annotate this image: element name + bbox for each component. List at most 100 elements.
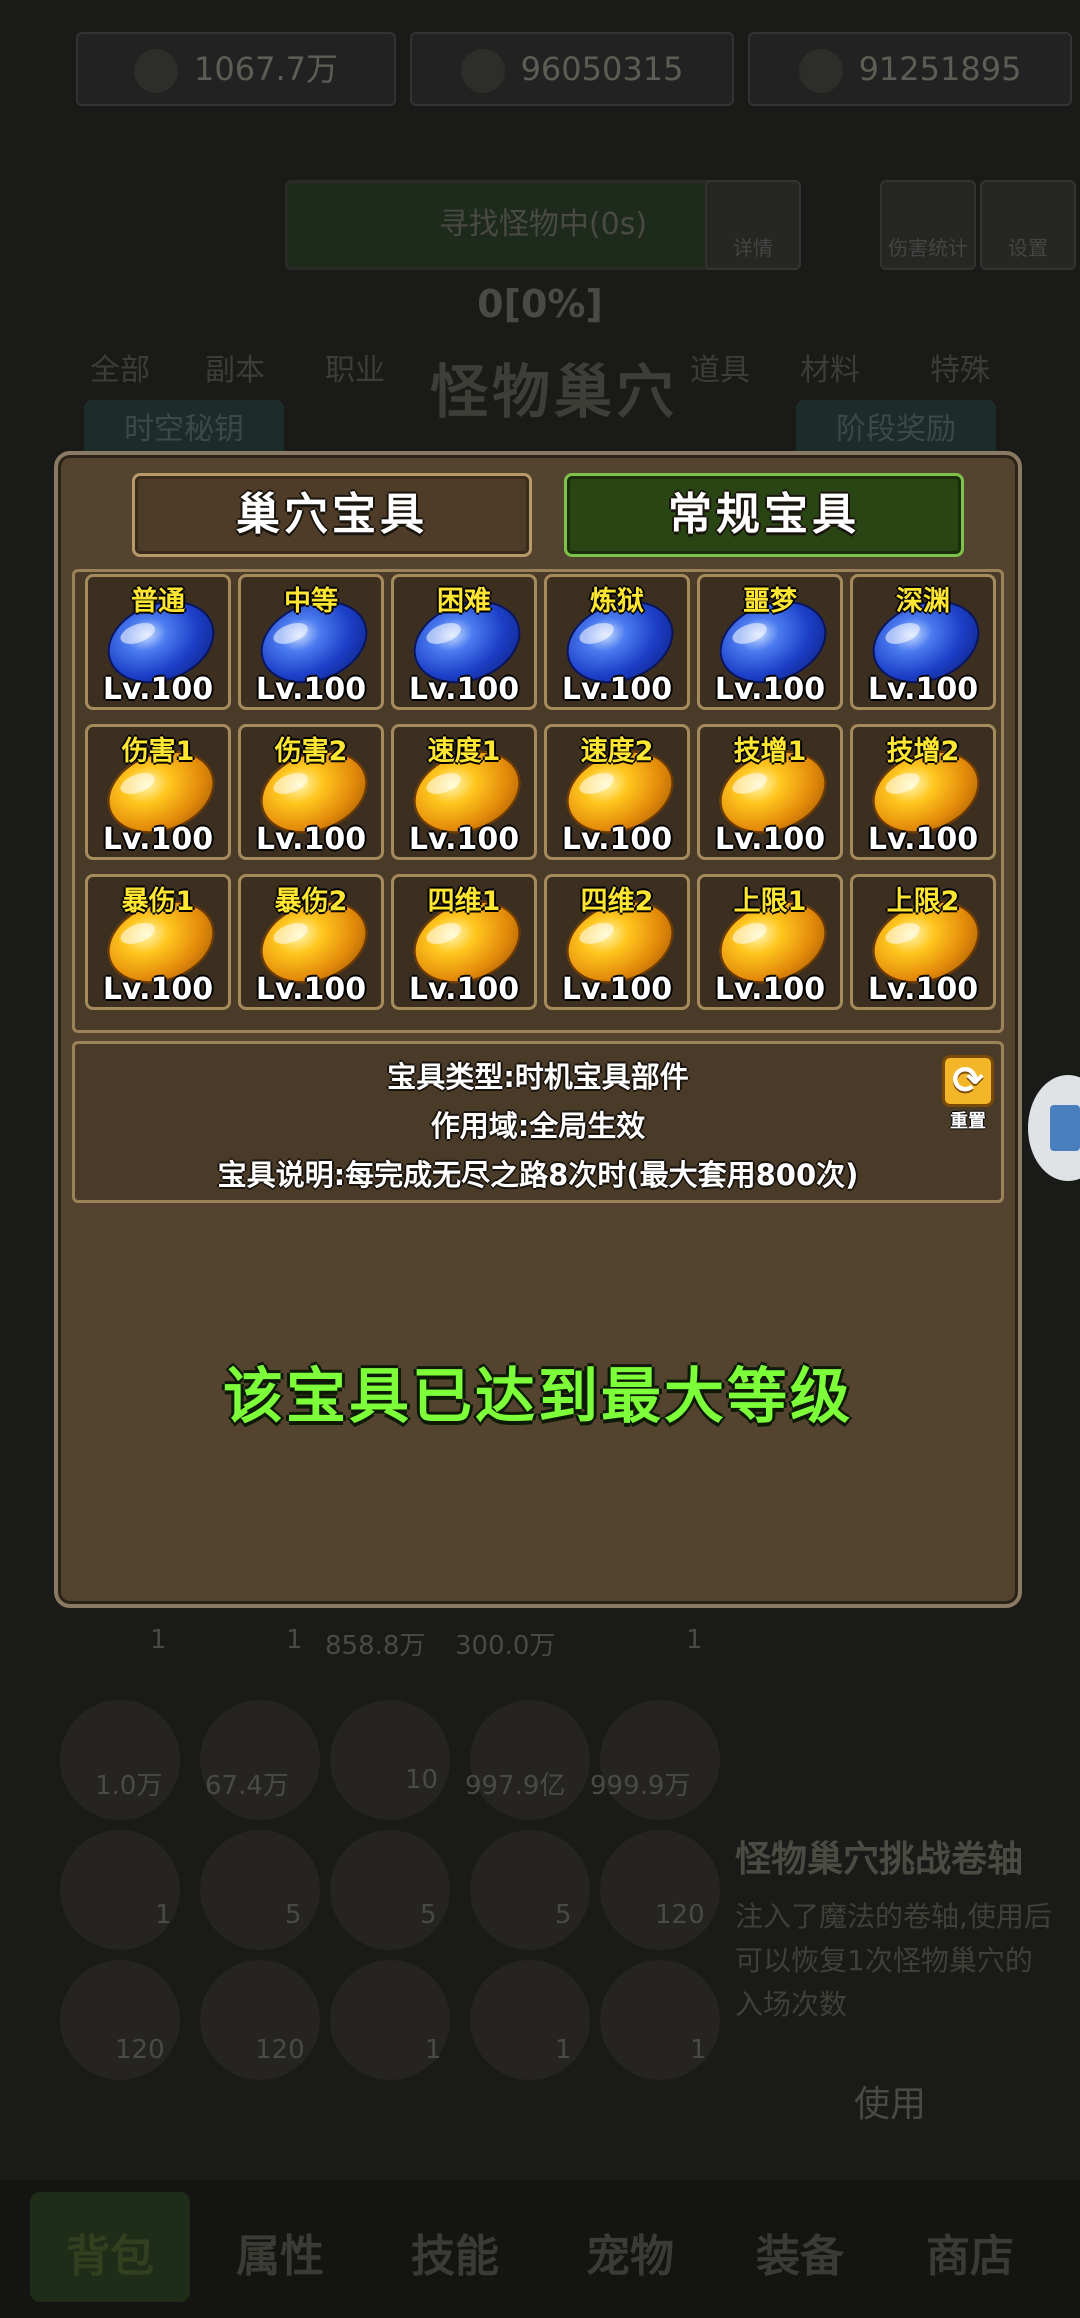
use-button: 使用 xyxy=(853,2084,926,2125)
treasure-type-text: 宝具类型:时机宝具部件 xyxy=(387,1060,689,1094)
treasure-item-level: Lv.100 xyxy=(255,972,367,1007)
bag-count: 5 xyxy=(420,1900,437,1930)
treasure-item[interactable]: 伤害1 Lv.100 xyxy=(85,724,231,860)
tab-dungeon: 副本 xyxy=(205,353,265,388)
treasure-item[interactable]: 上限1 Lv.100 xyxy=(697,874,843,1010)
treasure-item-level: Lv.100 xyxy=(867,972,979,1007)
treasure-item-name: 普通 xyxy=(131,586,185,617)
bag-item xyxy=(470,1830,590,1950)
coin-icon xyxy=(134,49,178,93)
bottom-nav: 背包 属性 技能 宠物 装备 商店 xyxy=(0,2180,1080,2318)
bag-count: 1 xyxy=(690,2035,707,2065)
bag-count: 999.9万 xyxy=(590,1771,691,1801)
treasure-item[interactable]: 困难 Lv.100 xyxy=(391,574,537,710)
max-level-message: 该宝具已达到最大等级 xyxy=(223,1362,853,1432)
treasure-item-level: Lv.100 xyxy=(867,672,979,707)
treasure-item-name: 速度2 xyxy=(580,736,654,767)
reset-button[interactable]: ⟳ 重置 xyxy=(936,1055,1000,1132)
treasure-item[interactable]: 技增2 Lv.100 xyxy=(850,724,996,860)
bag-item xyxy=(60,1700,180,1820)
treasure-item-level: Lv.100 xyxy=(867,822,979,857)
treasure-item[interactable]: 四维1 Lv.100 xyxy=(391,874,537,1010)
treasure-item[interactable]: 速度1 Lv.100 xyxy=(391,724,537,860)
bag-count: 67.4万 xyxy=(205,1771,289,1801)
bag-item xyxy=(470,1700,590,1820)
treasure-item-name: 速度1 xyxy=(427,736,501,767)
treasure-grid: 普通 Lv.100 中等 Lv.100 困难 Lv.100 炼狱 Lv.100 噩梦 Lv.100… xyxy=(72,569,1004,1033)
bag-item xyxy=(200,1700,320,1820)
treasure-item[interactable]: 噩梦 Lv.100 xyxy=(697,574,843,710)
bag-count: 1 xyxy=(286,1625,303,1655)
treasure-item-level: Lv.100 xyxy=(408,822,520,857)
tab-all: 全部 xyxy=(90,353,150,388)
tab-special: 特殊 xyxy=(930,353,990,388)
nav-skills: 技能 xyxy=(411,2231,499,2282)
bag-count: 1 xyxy=(155,1900,172,1930)
bag-count: 1.0万 xyxy=(95,1771,163,1801)
treasure-item-name: 四维1 xyxy=(427,886,501,917)
nav-equipment: 装备 xyxy=(756,2231,844,2282)
bag-count: 1 xyxy=(425,2035,442,2065)
treasure-item[interactable]: 四维2 Lv.100 xyxy=(544,874,690,1010)
treasure-item-name: 中等 xyxy=(284,586,338,617)
bag-count: 120 xyxy=(255,2035,305,2065)
treasure-item[interactable]: 普通 Lv.100 xyxy=(85,574,231,710)
resource-crystal: 96050315 xyxy=(410,32,734,106)
bag-count: 10 xyxy=(405,1765,439,1795)
bag-item xyxy=(200,1830,320,1950)
resource-gem: 91251895 xyxy=(748,32,1072,106)
treasure-item-level: Lv.100 xyxy=(561,672,673,707)
bag-item xyxy=(60,1830,180,1950)
tab-items: 道具 xyxy=(690,353,750,388)
treasure-item[interactable]: 暴伤2 Lv.100 xyxy=(238,874,384,1010)
treasure-item[interactable]: 上限2 Lv.100 xyxy=(850,874,996,1010)
treasure-item-name: 伤害2 xyxy=(274,736,348,767)
bag-count: 5 xyxy=(555,1900,572,1930)
tab-normal-treasure[interactable]: 常规宝具 xyxy=(564,473,964,557)
treasure-item-name: 深渊 xyxy=(896,586,950,617)
treasure-item-level: Lv.100 xyxy=(714,672,826,707)
treasure-item[interactable]: 速度2 Lv.100 xyxy=(544,724,690,860)
treasure-item-level: Lv.100 xyxy=(714,972,826,1007)
tab-nest-treasure[interactable]: 巢穴宝具 xyxy=(132,473,532,557)
resource-gold: 1067.7万 xyxy=(76,32,396,106)
scroll-item-title: 怪物巢穴挑战卷轴 xyxy=(735,1839,1024,1880)
treasure-item-level: Lv.100 xyxy=(561,972,673,1007)
bag-count: 1 xyxy=(555,2035,572,2065)
scroll-item-description: 注入了魔法的卷轴,使用后可以恢复1次怪物巢穴的入场次数 xyxy=(735,1900,1052,2021)
bag-count: 300.0万 xyxy=(455,1631,556,1661)
nav-bag: 背包 xyxy=(66,2231,154,2282)
bag-count: 858.8万 xyxy=(325,1631,426,1661)
treasure-item-name: 暴伤1 xyxy=(121,886,195,917)
treasure-info-panel: 宝具类型:时机宝具部件 作用域:全局生效 宝具说明:每完成无尽之路8次时(最大套… xyxy=(72,1041,1004,1203)
treasure-item-name: 技增2 xyxy=(886,736,960,767)
bag-count: 120 xyxy=(115,2035,165,2065)
treasure-item-name: 上限1 xyxy=(733,886,807,917)
treasure-item-name: 噩梦 xyxy=(743,586,797,617)
treasure-item[interactable]: 炼狱 Lv.100 xyxy=(544,574,690,710)
treasure-item-name: 炼狱 xyxy=(590,586,644,617)
tab-materials: 材料 xyxy=(800,353,860,388)
nav-pets: 宠物 xyxy=(586,2231,674,2282)
treasure-item-level: Lv.100 xyxy=(561,822,673,857)
bag-item xyxy=(330,1700,450,1820)
treasure-item[interactable]: 深渊 Lv.100 xyxy=(850,574,996,710)
treasure-item-name: 伤害1 xyxy=(121,736,195,767)
treasure-item[interactable]: 中等 Lv.100 xyxy=(238,574,384,710)
treasure-item[interactable]: 暴伤1 Lv.100 xyxy=(85,874,231,1010)
progress-text: 0[0%] xyxy=(477,282,603,326)
crystal-icon xyxy=(460,49,505,93)
gem-icon xyxy=(798,49,843,93)
bag-count: 120 xyxy=(655,1900,705,1930)
treasure-item-level: Lv.100 xyxy=(255,822,367,857)
treasure-item[interactable]: 伤害2 Lv.100 xyxy=(238,724,384,860)
treasure-item[interactable]: 技增1 Lv.100 xyxy=(697,724,843,860)
cube-icon xyxy=(1050,1105,1080,1151)
nav-shop: 商店 xyxy=(926,2231,1014,2282)
bag-count: 1 xyxy=(150,1625,167,1655)
treasure-item-name: 上限2 xyxy=(886,886,960,917)
damage-stats-button: 伤害统计 xyxy=(880,180,976,270)
treasure-item-level: Lv.100 xyxy=(102,972,214,1007)
treasure-item-name: 暴伤2 xyxy=(274,886,348,917)
bag-item xyxy=(600,1700,720,1820)
